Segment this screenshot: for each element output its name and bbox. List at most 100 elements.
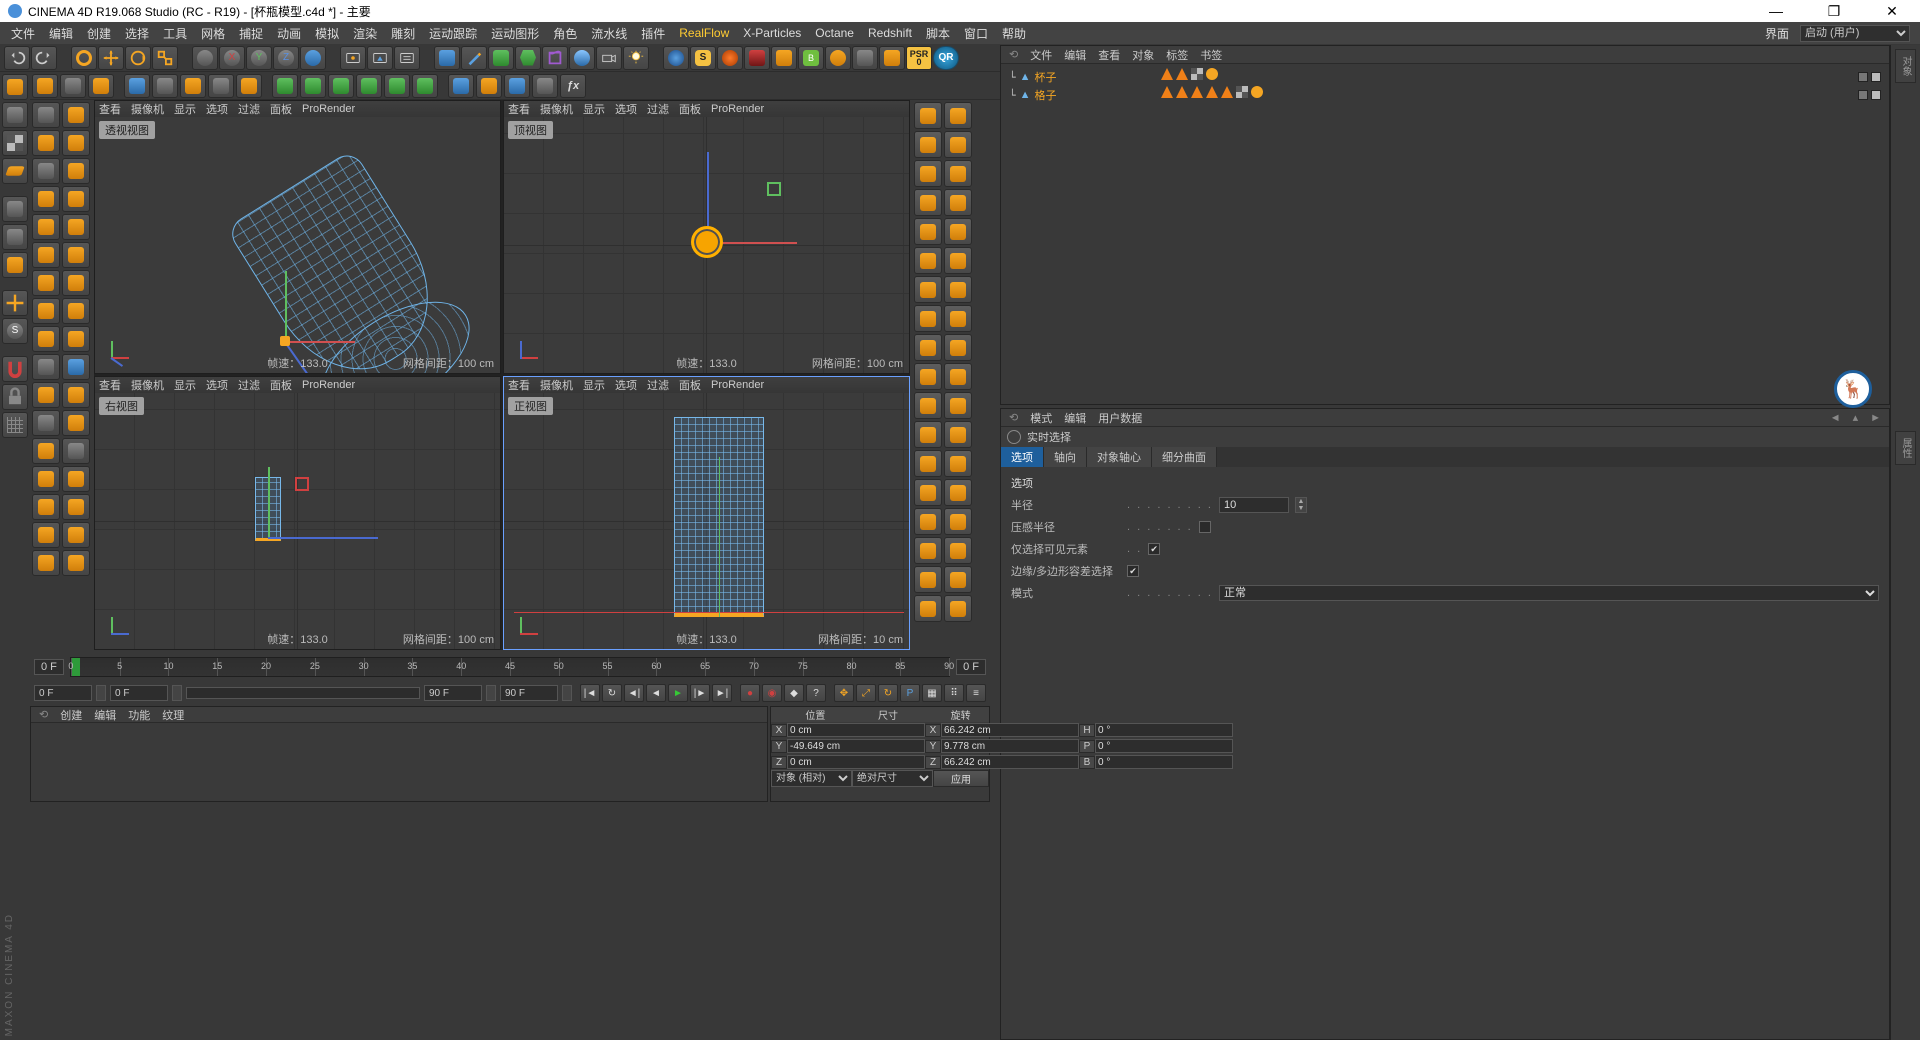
minimize-button[interactable]: — (1756, 3, 1796, 20)
tl-k-rot[interactable]: ↻ (878, 684, 898, 702)
tl-play[interactable]: ► (668, 684, 688, 702)
ltool-15[interactable] (62, 298, 90, 324)
axis-y-button[interactable]: Y (246, 46, 272, 70)
coord-rot-h[interactable] (1095, 723, 1233, 737)
psr-badge[interactable]: PSR0 (906, 46, 932, 70)
om-bookmark[interactable]: 书签 (1200, 47, 1222, 63)
meshtool-7[interactable] (944, 189, 972, 216)
deformer-button[interactable] (542, 46, 568, 70)
ltool-1[interactable] (62, 102, 90, 128)
menu-mesh[interactable]: 网格 (194, 25, 232, 42)
meshtool-3[interactable] (944, 131, 972, 158)
tl-k-dots[interactable]: ⠿ (944, 684, 964, 702)
generator-button[interactable] (515, 46, 541, 70)
tl-cur-field[interactable]: 0 F (110, 685, 168, 701)
menu-window[interactable]: 窗口 (957, 25, 995, 42)
coord-mode-2[interactable]: 绝对尺寸 (852, 770, 933, 787)
attr-radius-input[interactable] (1219, 497, 1289, 513)
attr-tolerant-check[interactable] (1127, 565, 1139, 577)
vp-menu-options[interactable]: 选项 (206, 101, 228, 117)
tl-k-pla[interactable]: ▦ (922, 684, 942, 702)
ltool-28[interactable] (32, 494, 60, 520)
ltool-5[interactable] (62, 158, 90, 184)
toolbar2-btn-8[interactable] (236, 74, 262, 98)
meshtool-1[interactable] (944, 102, 972, 129)
menu-redshift[interactable]: Redshift (861, 26, 919, 40)
vp-menu-prorender[interactable]: ProRender (302, 103, 355, 115)
toolbar2-btn-7[interactable] (208, 74, 234, 98)
coord-rot-b[interactable] (1095, 755, 1233, 769)
meshtool-11[interactable] (944, 247, 972, 274)
ltool-16[interactable] (32, 326, 60, 352)
meshtool-31[interactable] (944, 537, 972, 564)
meshtool-14[interactable] (914, 305, 942, 332)
ltool-13[interactable] (62, 270, 90, 296)
tl-total-field[interactable]: 90 F (500, 685, 558, 701)
toolbar2-btn-3[interactable] (88, 74, 114, 98)
vpf-view[interactable]: 查看 (508, 377, 530, 393)
mm-create[interactable]: 创建 (60, 707, 82, 723)
make-editable-button[interactable] (2, 74, 28, 100)
nurbs-button[interactable] (488, 46, 514, 70)
vpf-opt[interactable]: 选项 (615, 377, 637, 393)
vpt-opt[interactable]: 选项 (615, 101, 637, 117)
toolbar2-btn-11[interactable] (328, 74, 354, 98)
redo-button[interactable] (31, 46, 57, 70)
vpf-pr[interactable]: ProRender (711, 379, 764, 391)
meshtool-32[interactable] (914, 566, 942, 593)
meshtool-17[interactable] (944, 334, 972, 361)
tl-prev-frame[interactable]: ◄| (624, 684, 644, 702)
coord-apply-button[interactable]: 应用 (933, 770, 989, 787)
am-nav-fwd[interactable]: ► (1870, 412, 1881, 424)
vpr-opt[interactable]: 选项 (206, 377, 228, 393)
tl-k-param[interactable]: P (900, 684, 920, 702)
tl-keyobj[interactable]: ? (806, 684, 826, 702)
menu-snap[interactable]: 捕捉 (232, 25, 270, 42)
axis-x-button[interactable]: X (219, 46, 245, 70)
meshtool-0[interactable] (914, 102, 942, 129)
coord-pos-y[interactable] (787, 739, 925, 753)
menu-tools[interactable]: 工具 (156, 25, 194, 42)
render-view-button[interactable] (340, 46, 366, 70)
object-row-grid[interactable]: └ ▲ 格子 (1009, 86, 1881, 104)
ltool-6[interactable] (32, 186, 60, 212)
texture-mode-button[interactable] (2, 130, 28, 156)
vp-menu-panel[interactable]: 面板 (270, 101, 292, 117)
vpr-view[interactable]: 查看 (99, 377, 121, 393)
viewport-solo-icon[interactable]: S (2, 318, 28, 344)
meshtool-9[interactable] (944, 218, 972, 245)
meshtool-25[interactable] (944, 450, 972, 477)
menu-simulate[interactable]: 模拟 (308, 25, 346, 42)
tl-record[interactable]: ● (740, 684, 760, 702)
vp-menu-view[interactable]: 查看 (99, 101, 121, 117)
object-grid-tags[interactable] (1161, 86, 1263, 98)
vpr-filt[interactable]: 过滤 (238, 377, 260, 393)
ltool-30[interactable] (32, 522, 60, 548)
vpt-pr[interactable]: ProRender (711, 103, 764, 115)
rotate-button[interactable] (125, 46, 151, 70)
am-mode[interactable]: 模式 (1030, 410, 1052, 426)
toolbar2-btn-5[interactable] (152, 74, 178, 98)
menu-animate[interactable]: 动画 (270, 25, 308, 42)
coord-sys-button[interactable] (300, 46, 326, 70)
layout-select[interactable]: 启动 (用户) (1800, 25, 1910, 42)
meshtool-10[interactable] (914, 247, 942, 274)
ltool-19[interactable] (62, 354, 90, 380)
undo-button[interactable] (4, 46, 30, 70)
vpt-disp[interactable]: 显示 (583, 101, 605, 117)
ltool-9[interactable] (62, 214, 90, 240)
fx-button[interactable]: ƒx (560, 74, 586, 98)
object-row-cup[interactable]: └ ▲ 杯子 (1009, 68, 1881, 86)
plugin-xp-icon[interactable]: S (690, 46, 716, 70)
menu-octane[interactable]: Octane (808, 26, 861, 40)
meshtool-22[interactable] (914, 421, 942, 448)
menu-help[interactable]: 帮助 (995, 25, 1033, 42)
strip-attributes[interactable]: 属性 (1895, 431, 1916, 465)
menu-create[interactable]: 创建 (80, 25, 118, 42)
tl-end-field[interactable]: 90 F (424, 685, 482, 701)
axis-mode-button[interactable] (2, 290, 28, 316)
objmgr-list[interactable]: └ ▲ 杯子 └ ▲ 格子 (1001, 64, 1889, 404)
tl-autokey[interactable]: ◉ (762, 684, 782, 702)
tl-start-spin[interactable] (96, 685, 106, 701)
viewport-right[interactable]: 查看摄像机显示选项过滤面板ProRender 右视图 帧速：133.0 网格间距… (94, 376, 501, 650)
